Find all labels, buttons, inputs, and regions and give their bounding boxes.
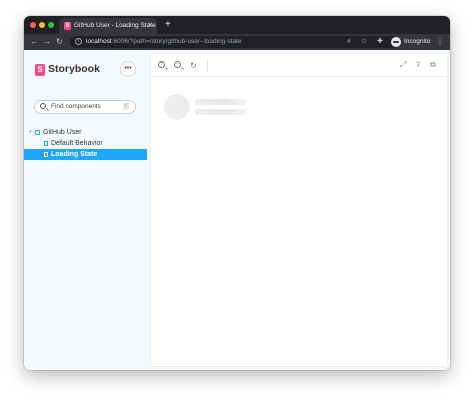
minimize-window-button[interactable] [39, 22, 45, 28]
storybook-favicon-icon: S [64, 22, 71, 30]
skeleton-line-detail [195, 109, 247, 115]
forward-arrow-icon[interactable]: → [43, 34, 51, 50]
browser-menu-icon[interactable]: ⋮ [436, 34, 444, 50]
zoom-reset-icon: ↻ [190, 61, 197, 70]
story-preview: + − ↻ ⤢ ⇪ ⧉ [151, 54, 447, 366]
component-search-input[interactable]: Find components / [34, 100, 136, 114]
tab-close-icon[interactable]: × [148, 18, 152, 34]
tab-strip: S GitHub User - Loading State × + [24, 16, 450, 34]
site-info-icon[interactable]: i [75, 38, 82, 45]
tree-story-label: Loading State [51, 151, 98, 158]
new-tab-button[interactable]: + [165, 17, 171, 33]
zoom-search-icon[interactable]: ⌕ [347, 34, 351, 50]
reload-icon[interactable]: ↻ [56, 34, 63, 50]
toolbar-divider [207, 60, 208, 72]
browser-window: S GitHub User - Loading State × + ← → ↻ … [24, 16, 450, 370]
search-icon [40, 103, 46, 109]
storybook-sidebar: S Storybook ••• Find components / ▾ GitH… [24, 50, 147, 370]
zoom-reset-button[interactable]: ↻ [190, 61, 200, 71]
chevron-down-icon: ▾ [29, 129, 32, 135]
storybook-brand-title: Storybook [48, 63, 100, 75]
extensions-puzzle-icon[interactable]: ✚ [377, 34, 383, 50]
component-icon [35, 130, 40, 135]
tree-component-github-user[interactable]: ▾ GitHub User [24, 127, 147, 138]
browser-toolbar: ← → ↻ i localhost:6006/?path=/story/gith… [24, 34, 450, 50]
tree-story-loading-state[interactable]: Loading State [24, 149, 147, 160]
share-icon[interactable]: ⇪ [415, 60, 422, 70]
tree-story-default-behavior[interactable]: Default Behavior [24, 138, 147, 149]
story-icon [44, 152, 48, 157]
back-arrow-icon[interactable]: ← [30, 34, 38, 50]
copy-link-icon[interactable]: ⧉ [430, 60, 436, 70]
tree-component-label: GitHub User [43, 129, 82, 136]
tree-story-label: Default Behavior [51, 140, 103, 147]
storybook-main: + − ↻ ⤢ ⇪ ⧉ [147, 50, 450, 370]
preview-toolbar-border [151, 76, 447, 77]
incognito-label: Incognito [404, 38, 431, 45]
tab-title: GitHub User - Loading State [74, 22, 156, 29]
maximize-window-button[interactable] [48, 22, 54, 28]
browser-tab[interactable]: S GitHub User - Loading State × [59, 18, 157, 34]
zoom-out-button[interactable]: − [174, 61, 184, 71]
zoom-out-icon: − [174, 61, 181, 68]
search-placeholder: Find components [51, 103, 101, 110]
skeleton-avatar [164, 94, 190, 120]
incognito-avatar-icon[interactable] [391, 37, 401, 47]
close-window-button[interactable] [30, 22, 36, 28]
bookmark-star-icon[interactable]: ☆ [361, 34, 367, 50]
search-shortcut-key: / [123, 103, 129, 110]
settings-menu-button[interactable]: ••• [121, 62, 135, 76]
zoom-in-button[interactable]: + [158, 61, 168, 71]
story-icon [44, 141, 48, 146]
zoom-in-icon: + [158, 61, 165, 68]
storybook-logo-icon: S [35, 64, 45, 76]
skeleton-line-name [195, 99, 247, 105]
fullscreen-icon[interactable]: ⤢ [400, 60, 406, 70]
url-text: localhost:6006/?path=/story/github-user-… [86, 38, 242, 45]
